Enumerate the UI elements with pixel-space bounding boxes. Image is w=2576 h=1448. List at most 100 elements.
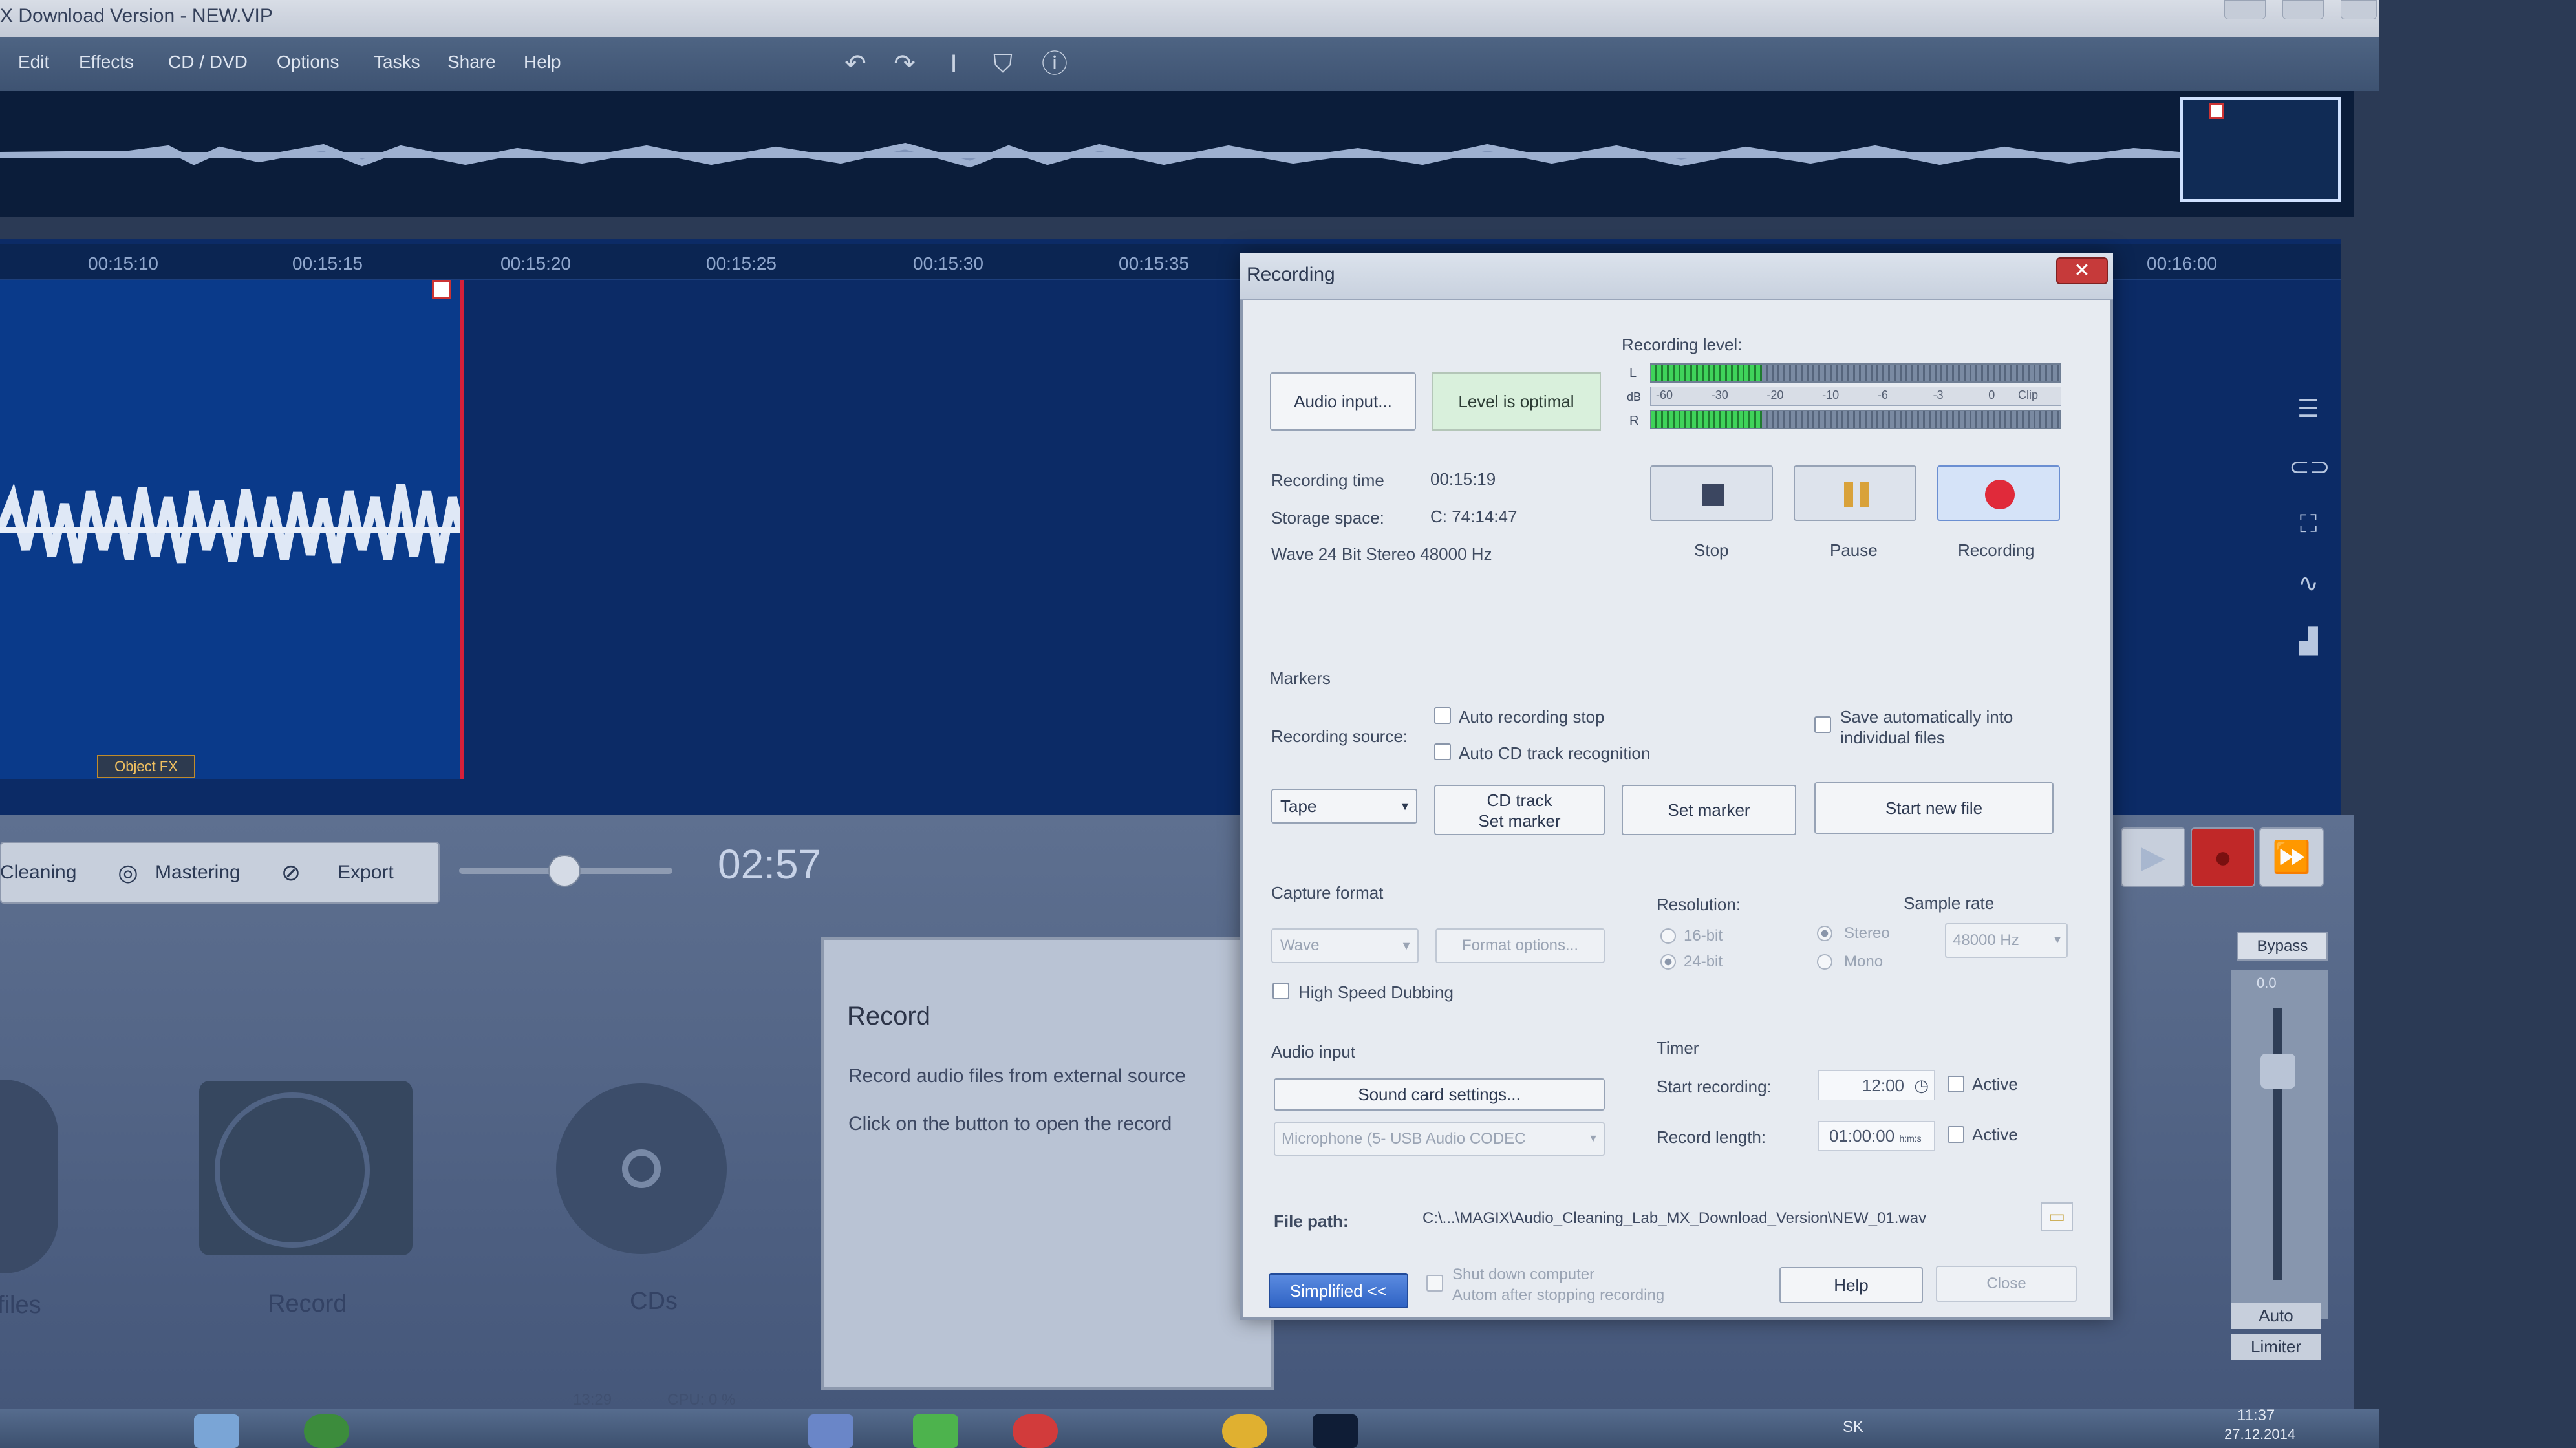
taskbar-app-icon[interactable] bbox=[194, 1414, 239, 1448]
redo-icon[interactable]: ↷ bbox=[888, 48, 921, 80]
auto-cd-label: Auto CD track recognition bbox=[1459, 743, 1651, 763]
folder-icon[interactable]: ▭ bbox=[2041, 1202, 2073, 1231]
overview-waveform[interactable] bbox=[0, 90, 2354, 217]
play-button[interactable]: ▶ bbox=[2121, 827, 2185, 887]
taskbar-app-icon[interactable] bbox=[304, 1414, 349, 1448]
turntable-icon[interactable] bbox=[199, 1081, 413, 1255]
taskbar-date[interactable]: 27.12.2014 bbox=[2224, 1426, 2295, 1443]
taskbar-clock[interactable]: 11:37 bbox=[2237, 1407, 2275, 1425]
simplified-button[interactable]: Simplified << bbox=[1269, 1273, 1408, 1308]
taskbar-app-icon[interactable] bbox=[808, 1414, 853, 1448]
res-24-radio[interactable] bbox=[1660, 954, 1676, 970]
transport-time: 02:57 bbox=[718, 841, 822, 888]
level-status: Level is optimal bbox=[1432, 372, 1601, 431]
res-24-label: 24-bit bbox=[1684, 953, 1723, 970]
limiter-button[interactable]: Limiter bbox=[2231, 1334, 2321, 1360]
ruler-tick: 00:16:00 bbox=[2147, 253, 2217, 273]
record-length-field[interactable]: 01:00:00 h:m:s bbox=[1818, 1121, 1935, 1151]
set-marker-button[interactable]: Set marker bbox=[1622, 785, 1796, 835]
language-indicator[interactable]: SK bbox=[1843, 1418, 1863, 1436]
dialog-title-bar[interactable] bbox=[1240, 253, 2113, 300]
files-icon[interactable] bbox=[0, 1080, 58, 1273]
clip-waveform bbox=[0, 483, 460, 564]
tab-cleaning[interactable]: Cleaning bbox=[0, 847, 97, 899]
fader-knob[interactable] bbox=[2260, 1054, 2295, 1089]
link-icon[interactable]: ⊂⊃ bbox=[2289, 452, 2330, 485]
taskbar-app-icon[interactable] bbox=[913, 1414, 958, 1448]
save-auto-checkbox[interactable] bbox=[1814, 716, 1831, 733]
menu-edit[interactable]: Edit bbox=[18, 52, 49, 72]
minimize-button[interactable] bbox=[2224, 0, 2266, 19]
record-dialog-button[interactable] bbox=[1937, 465, 2060, 521]
microphone-select[interactable]: Microphone (5- USB Audio CODEC ▼ bbox=[1274, 1122, 1605, 1156]
curve-icon[interactable]: ∿ bbox=[2289, 569, 2328, 601]
list-icon[interactable]: ☰ bbox=[2289, 394, 2328, 427]
window-title: X Download Version - NEW.VIP bbox=[0, 5, 273, 27]
menu-share[interactable]: Share bbox=[447, 52, 496, 72]
start-active-checkbox[interactable] bbox=[1948, 1076, 1964, 1092]
pause-icon bbox=[1844, 482, 1853, 507]
recording-time-value: 00:15:19 bbox=[1430, 469, 1496, 489]
tab-mastering[interactable]: Mastering bbox=[155, 847, 265, 899]
mastering-icon: ◎ bbox=[118, 859, 138, 886]
stop-button[interactable] bbox=[1650, 465, 1773, 521]
record-label: Record bbox=[268, 1290, 347, 1317]
menu-help[interactable]: Help bbox=[524, 52, 561, 72]
fit-icon[interactable]: ⛶ bbox=[2289, 511, 2328, 543]
dialog-close-button[interactable]: ✕ bbox=[2056, 257, 2108, 284]
cursor-icon[interactable]: I bbox=[938, 48, 970, 80]
object-fx-badge[interactable]: Object FX bbox=[97, 755, 195, 778]
close-dialog-button[interactable]: Close bbox=[1936, 1266, 2077, 1302]
taskbar-app-icon[interactable] bbox=[1222, 1414, 1267, 1448]
help-button[interactable]: Help bbox=[1779, 1267, 1923, 1303]
chevron-down-icon: ▼ bbox=[1399, 800, 1411, 813]
taskbar-app-icon[interactable] bbox=[1013, 1414, 1058, 1448]
recording-source-select[interactable]: Tape ▼ bbox=[1271, 789, 1417, 824]
audio-input-button[interactable]: Audio input... bbox=[1270, 372, 1416, 431]
cd-track-set-marker-button[interactable]: CD track Set marker bbox=[1434, 785, 1605, 835]
master-fader[interactable]: 0.0 bbox=[2231, 970, 2328, 1319]
position-slider-knob[interactable] bbox=[548, 855, 581, 887]
auto-stop-checkbox[interactable] bbox=[1434, 707, 1451, 724]
pause-button[interactable] bbox=[1794, 465, 1916, 521]
cd-icon[interactable] bbox=[556, 1083, 727, 1254]
info-icon[interactable]: ⓘ bbox=[1038, 48, 1071, 80]
clip-marker-icon[interactable] bbox=[432, 280, 451, 299]
menu-effects[interactable]: Effects bbox=[79, 52, 134, 72]
menu-cd-dvd[interactable]: CD / DVD bbox=[168, 52, 248, 72]
record-button[interactable]: ● bbox=[2191, 827, 2255, 887]
start-recording-field[interactable]: 12:00 ◷ bbox=[1818, 1070, 1935, 1100]
overview-selection[interactable] bbox=[2180, 97, 2341, 202]
sound-card-settings-button[interactable]: Sound card settings... bbox=[1274, 1078, 1605, 1111]
res-16-radio[interactable] bbox=[1660, 928, 1676, 944]
cds-label: CDs bbox=[630, 1288, 678, 1315]
clock-icon[interactable]: ◷ bbox=[1914, 1071, 1929, 1100]
menu-options[interactable]: Options bbox=[277, 52, 339, 72]
taskbar-app-icon[interactable] bbox=[1313, 1414, 1358, 1448]
high-speed-label: High Speed Dubbing bbox=[1298, 983, 1454, 1002]
stop-label: Stop bbox=[1694, 540, 1729, 560]
close-window-button[interactable] bbox=[2341, 0, 2377, 19]
sample-rate-select[interactable]: 48000 Hz ▼ bbox=[1945, 923, 2068, 958]
dialog-title: Recording bbox=[1247, 264, 1335, 285]
bypass-button[interactable]: Bypass bbox=[2237, 932, 2328, 961]
spectrum-icon[interactable]: ▟ bbox=[2289, 627, 2328, 659]
tab-export[interactable]: Export bbox=[338, 847, 428, 899]
shield-icon[interactable]: ⛉ bbox=[987, 48, 1019, 80]
file-path-field[interactable]: C:\...\MAGIX\Audio_Cleaning_Lab_MX_Downl… bbox=[1422, 1204, 2017, 1235]
files-label: files bbox=[0, 1292, 41, 1319]
format-select[interactable]: Wave ▼ bbox=[1271, 928, 1419, 963]
stereo-radio[interactable] bbox=[1817, 926, 1832, 941]
length-active-checkbox[interactable] bbox=[1948, 1126, 1964, 1143]
format-options-button[interactable]: Format options... bbox=[1435, 928, 1605, 963]
mono-radio[interactable] bbox=[1817, 954, 1832, 970]
high-speed-checkbox[interactable] bbox=[1272, 983, 1289, 999]
undo-icon[interactable]: ↶ bbox=[839, 48, 872, 80]
shutdown-checkbox[interactable] bbox=[1426, 1275, 1443, 1292]
auto-cd-checkbox[interactable] bbox=[1434, 743, 1451, 760]
menu-tasks[interactable]: Tasks bbox=[374, 52, 420, 72]
auto-button[interactable]: Auto bbox=[2231, 1303, 2321, 1329]
start-new-file-button[interactable]: Start new file bbox=[1814, 782, 2054, 834]
fast-forward-button[interactable]: ⏩ bbox=[2259, 827, 2324, 887]
maximize-button[interactable] bbox=[2282, 0, 2324, 19]
